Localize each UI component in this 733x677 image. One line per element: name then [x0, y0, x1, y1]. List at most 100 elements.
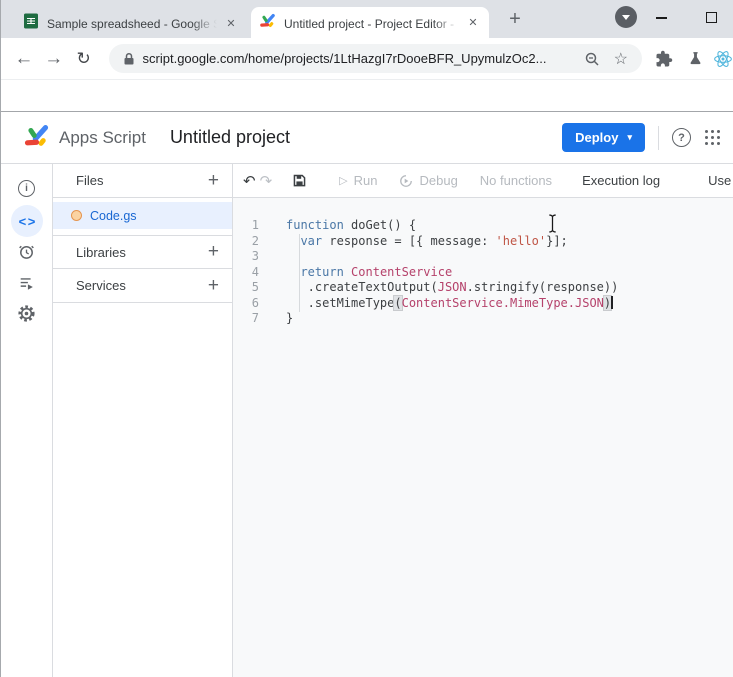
code-line[interactable]: 3 — [233, 249, 733, 265]
google-sheets-icon — [23, 13, 39, 34]
maximize-button[interactable] — [694, 0, 728, 30]
line-number: 4 — [251, 264, 259, 279]
code-line-content: var response = [{ message: 'hello'}]; — [259, 233, 567, 250]
apps-script-header: Apps Script Untitled project Deploy ▾ ? — [1, 112, 733, 164]
code-line[interactable]: 5 .createTextOutput(JSON.stringify(respo… — [233, 280, 733, 296]
tab-title-wrap: Sample spreadsheed - Google Sh — [47, 15, 217, 31]
minimize-button[interactable] — [645, 0, 677, 30]
left-nav-rail: i < > — [1, 164, 53, 677]
project-title[interactable]: Untitled project — [170, 127, 290, 148]
maximize-icon — [705, 11, 717, 23]
line-number: 1 — [251, 218, 259, 232]
debug-label: Debug — [419, 173, 458, 188]
code-token: ( — [394, 295, 402, 310]
info-icon: i — [18, 179, 35, 197]
code-line-content: } — [259, 311, 293, 327]
code-token: response = [{ message: — [322, 233, 496, 248]
extension-flask-icon[interactable] — [687, 50, 704, 67]
file-item-code-gs[interactable]: Code.gs — [53, 202, 232, 229]
download-indicator-icon[interactable] — [615, 6, 637, 28]
tab-google-sheets[interactable]: Sample spreadsheed - Google Sh ✕ — [15, 8, 247, 38]
code-line[interactable]: 4 return ContentService — [233, 265, 733, 281]
nav-settings-button[interactable] — [13, 302, 41, 330]
nav-overview-button[interactable]: i — [13, 174, 41, 202]
redo-button[interactable]: ↷ — [260, 169, 273, 193]
code-editor-lines: 1 function doGet() {2 var response = [{ m… — [233, 218, 733, 327]
brand-name[interactable]: Apps Script — [59, 128, 146, 148]
bookmark-star-icon[interactable]: ☆ — [614, 49, 628, 69]
tab-strip: Sample spreadsheed - Google Sh ✕ Untitle… — [1, 0, 733, 38]
code-line[interactable]: 2 var response = [{ message: 'hello'}]; — [233, 234, 733, 250]
use-legacy-editor-button[interactable]: Use legacy editor — [708, 173, 733, 188]
code-token: .setMimeType — [286, 295, 395, 310]
code-token: JSON — [437, 280, 467, 294]
indent-guide — [299, 234, 300, 312]
nav-editor-button[interactable]: < > — [10, 205, 43, 237]
editor-toolbar: ↶ ↷ ▷ Run Debug No functions Execution l… — [233, 164, 733, 198]
function-select[interactable]: No functions — [480, 173, 552, 188]
tab-title-fade — [191, 15, 217, 31]
code-line[interactable]: 7} — [233, 311, 733, 327]
code-line-content: .createTextOutput(JSON.stringify(respons… — [259, 280, 619, 296]
deploy-button[interactable]: Deploy ▾ — [562, 123, 645, 152]
apps-script-logo[interactable] — [23, 122, 50, 154]
deploy-label: Deploy — [575, 130, 619, 145]
page-top-gap — [1, 80, 733, 112]
code-line-content: .setMimeType(ContentService.MimeType.JSO… — [259, 295, 613, 312]
code-line[interactable]: 1 function doGet() { — [233, 218, 733, 234]
code-editor[interactable]: 1 function doGet() {2 var response = [{ m… — [233, 198, 733, 677]
minimize-icon — [655, 17, 667, 19]
add-file-button[interactable]: + — [208, 170, 219, 192]
nav-triggers-button[interactable] — [13, 240, 41, 268]
address-bar[interactable]: script.google.com/home/projects/1LtHazgI… — [108, 44, 642, 73]
editor-column: ↶ ↷ ▷ Run Debug No functions Execution l… — [233, 164, 733, 677]
extension-puzzle-icon[interactable] — [655, 50, 673, 68]
line-number: 5 — [251, 280, 259, 294]
code-token: ) — [603, 295, 612, 310]
close-tab-icon[interactable]: ✕ — [465, 15, 481, 31]
undo-button[interactable]: ↶ — [243, 169, 256, 193]
code-line-content — [259, 249, 286, 265]
code-token: doGet() { — [343, 218, 417, 232]
code-token: ContentService.MimeType.JSON — [401, 295, 604, 310]
line-number: 7 — [251, 311, 259, 325]
url-text[interactable]: script.google.com/home/projects/1LtHazgI… — [143, 51, 584, 66]
line-number: 3 — [251, 249, 259, 263]
execution-log-button[interactable]: Execution log — [576, 173, 666, 188]
code-line[interactable]: 6 .setMimeType(ContentService.MimeType.J… — [233, 295, 733, 312]
back-button[interactable]: ← — [9, 44, 39, 74]
forward-button[interactable]: → — [39, 44, 69, 74]
new-tab-button[interactable]: + — [501, 5, 529, 33]
apps-script-icon — [259, 12, 276, 34]
run-button[interactable]: ▷ Run — [339, 173, 377, 188]
services-label: Services — [76, 278, 126, 293]
extension-react-icon[interactable] — [713, 49, 733, 69]
libraries-label: Libraries — [76, 244, 126, 260]
code-token: .createTextOutput( — [286, 280, 438, 294]
reload-button[interactable]: ↻ — [69, 44, 99, 74]
browser-toolbar: ← → ↻ script.google.com/home/projects/1L… — [1, 38, 733, 80]
header-actions: Deploy ▾ ? — [562, 123, 727, 152]
add-service-button[interactable]: + — [208, 275, 219, 297]
code-token: 'hello' — [495, 233, 547, 248]
code-token: return — [300, 264, 344, 279]
gs-file-icon — [71, 210, 82, 221]
caret-down-icon — [622, 15, 630, 20]
zoom-icon[interactable] — [584, 51, 600, 67]
tab-apps-script[interactable]: Untitled project - Project Editor - ✕ — [251, 7, 489, 38]
close-tab-icon[interactable]: ✕ — [223, 15, 239, 31]
app-body: i < > Files + Code.gs Libraries + Servic… — [1, 164, 733, 677]
files-header: Files + — [53, 164, 232, 198]
help-button[interactable]: ? — [672, 128, 691, 147]
run-label: Run — [353, 173, 378, 188]
add-library-button[interactable]: + — [208, 241, 219, 263]
lock-icon — [123, 52, 135, 66]
save-button[interactable] — [292, 169, 307, 193]
nav-executions-button[interactable] — [13, 271, 41, 299]
google-apps-grid-icon[interactable] — [705, 130, 721, 145]
tab-title: Untitled project - Project Editor - — [284, 16, 455, 31]
services-header: Services + — [53, 269, 232, 303]
debug-button[interactable]: Debug — [399, 173, 458, 188]
code-token: } — [286, 311, 294, 325]
